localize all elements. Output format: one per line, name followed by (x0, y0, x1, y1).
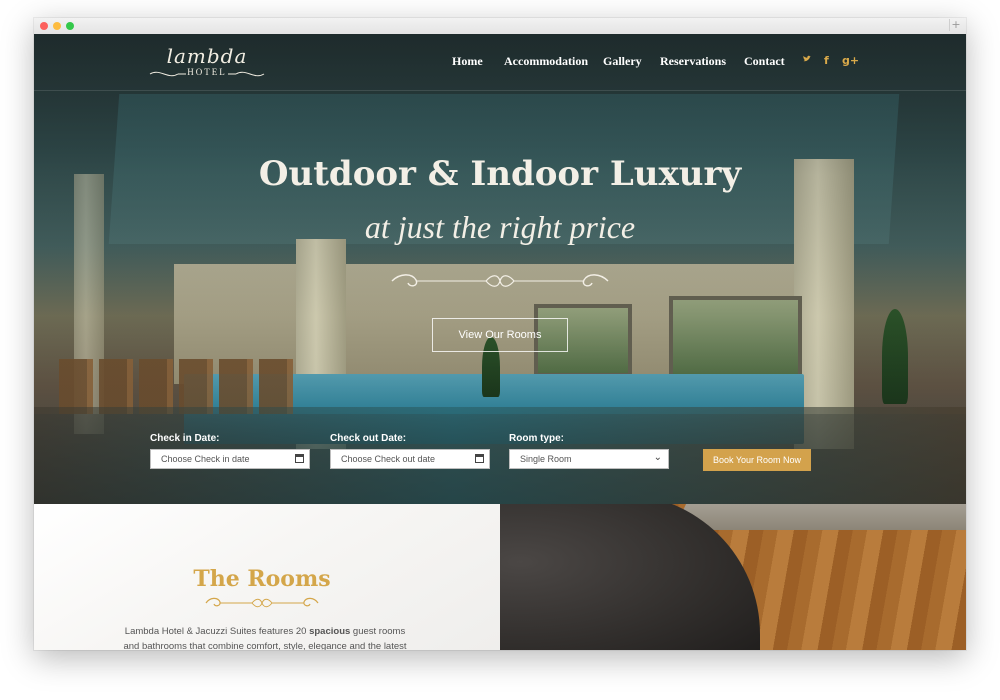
browser-window: + lambda HOTEL Home Accommodation Galler… (34, 18, 966, 650)
calendar-icon[interactable] (295, 454, 304, 463)
rooms-text-bold: spacious (309, 626, 351, 637)
logo-sub-text: HOTEL (187, 67, 227, 77)
hero-title: Outdoor & Indoor Luxury (258, 154, 742, 194)
room-photo (500, 504, 966, 650)
checkin-date-field[interactable]: Choose Check in date (150, 449, 310, 469)
hero-subtitle: at just the right price (364, 209, 636, 245)
nav-contact[interactable]: Contact (744, 54, 785, 72)
rooms-text-part: Lambda Hotel & Jacuzzi Suites features 2… (124, 626, 310, 637)
room-type-label: Room type: (509, 433, 564, 444)
checkout-placeholder: Choose Check out date (341, 454, 436, 464)
top-navbar: lambda HOTEL Home Accommodation Gallery … (34, 34, 966, 91)
checkout-label: Check out Date: (330, 433, 407, 444)
checkout-date-field[interactable]: Choose Check out date (330, 449, 490, 469)
minimize-window-button[interactable] (53, 22, 61, 30)
nav-accommodation[interactable]: Accommodation (504, 54, 588, 72)
rooms-section: The Rooms Lambda Hotel & Jacuzzi Suites … (34, 504, 500, 650)
booking-form: Check in Date: Choose Check in date Chec… (34, 407, 966, 504)
expand-icon[interactable]: + (949, 19, 962, 31)
checkin-label: Check in Date: (150, 433, 220, 444)
nav-gallery[interactable]: Gallery (603, 54, 642, 72)
view-rooms-button[interactable]: View Our Rooms (432, 318, 568, 352)
hero-section: lambda HOTEL Home Accommodation Gallery … (34, 34, 966, 504)
chevron-down-icon: ⌄ (653, 452, 662, 463)
maximize-window-button[interactable] (66, 22, 74, 30)
browser-chrome: + (34, 18, 966, 35)
checkin-placeholder: Choose Check in date (161, 454, 250, 464)
close-window-button[interactable] (40, 22, 48, 30)
room-type-select[interactable]: Single Room ⌄ (509, 449, 669, 469)
nav-home[interactable]: Home (452, 54, 483, 72)
book-room-button[interactable]: Book Your Room Now (703, 449, 811, 471)
facebook-icon[interactable]: f (824, 54, 829, 67)
ornament-divider-icon (391, 274, 609, 287)
google-plus-icon[interactable]: g+ (842, 54, 859, 67)
logo-script-text: lambda (166, 44, 248, 68)
nav-reservations[interactable]: Reservations (660, 54, 726, 72)
ornament-divider-icon (205, 597, 319, 608)
hotel-logo[interactable]: lambda HOTEL (146, 44, 268, 80)
twitter-icon[interactable] (802, 54, 812, 67)
rooms-title: The Rooms (193, 566, 331, 592)
rooms-description: Lambda Hotel & Jacuzzi Suites features 2… (120, 624, 410, 650)
room-rug-image (673, 504, 966, 530)
room-type-value: Single Room (520, 454, 572, 464)
calendar-icon[interactable] (475, 454, 484, 463)
